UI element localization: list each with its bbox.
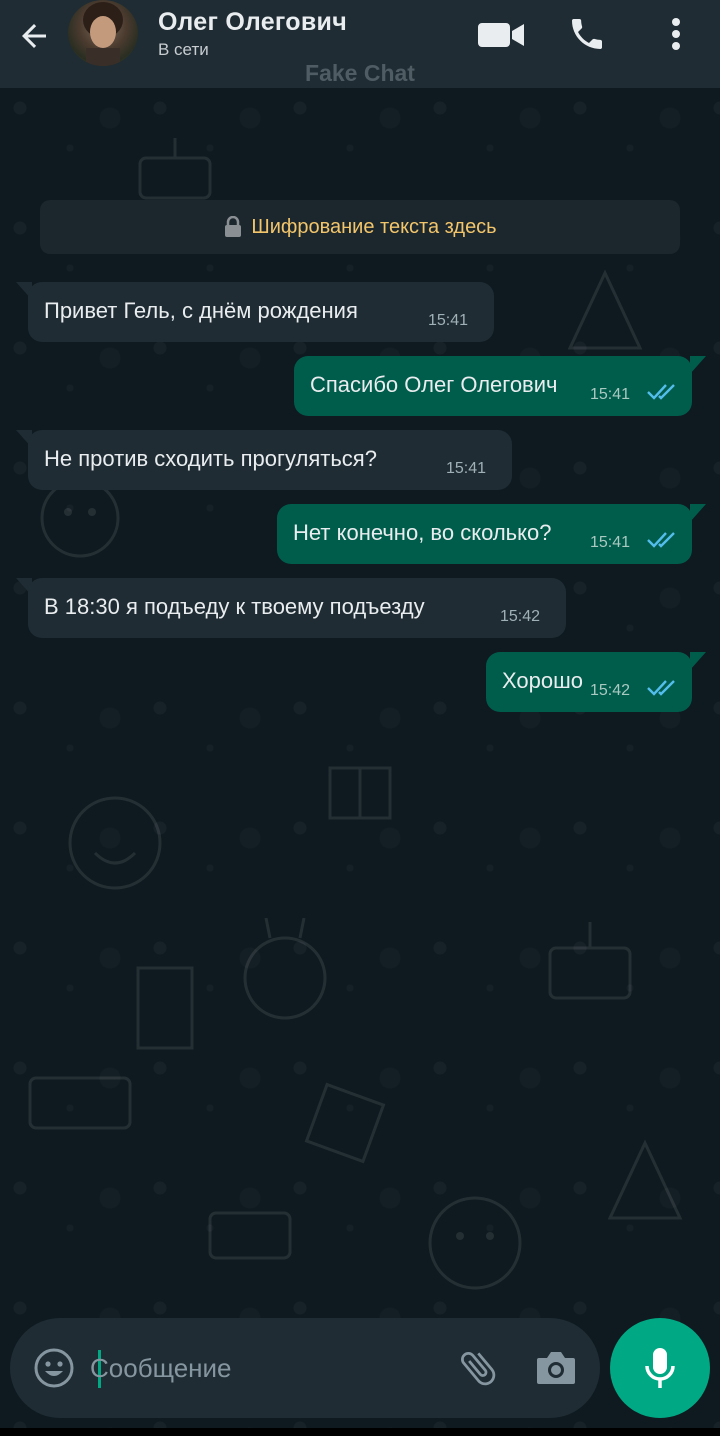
attach-button[interactable] (454, 1344, 502, 1392)
more-options-button[interactable] (656, 12, 696, 56)
avatar[interactable] (68, 0, 138, 66)
message-time: 15:41 (446, 460, 487, 477)
message-incoming[interactable]: В 18:30 я подъеду к твоему подъезду 15:4… (28, 578, 566, 638)
nav-bar-edge (0, 1428, 720, 1436)
camera-icon (537, 1352, 575, 1384)
message-text: Хорошо (502, 668, 584, 693)
message-time: 15:42 (590, 682, 631, 699)
voice-record-button[interactable] (610, 1318, 710, 1418)
bubble-tail (690, 652, 706, 670)
message-time: 15:41 (590, 534, 631, 551)
emoji-button[interactable] (32, 1346, 76, 1390)
double-check-icon (647, 384, 675, 400)
bubble-tail (690, 356, 706, 374)
contact-status: В сети (158, 40, 209, 59)
message-text: Не против сходить прогуляться? (44, 446, 377, 471)
message-text: Нет конечно, во сколько? (293, 520, 552, 545)
message-time: 15:42 (500, 608, 541, 625)
camera-button[interactable] (532, 1344, 580, 1392)
message-incoming[interactable]: Привет Гель, с днём рождения 15:41 (28, 282, 494, 342)
mic-icon (645, 1348, 675, 1388)
back-arrow-icon (22, 24, 46, 48)
voice-call-button[interactable] (564, 12, 610, 56)
lock-icon (223, 216, 243, 238)
message-input[interactable] (90, 1348, 430, 1388)
contact-name[interactable]: Олег Олегович (158, 8, 347, 37)
bubble-tail (690, 504, 706, 522)
attach-icon (461, 1352, 496, 1386)
encryption-text: Шифрование текста здесь (251, 215, 497, 238)
phone-icon (572, 19, 602, 49)
video-call-icon (478, 23, 524, 47)
message-text: В 18:30 я подъеду к твоему подъезду (44, 594, 425, 619)
message-text: Привет Гель, с днём рождения (44, 298, 358, 323)
message-outgoing[interactable]: Хорошо 15:42 (486, 652, 692, 712)
message-text: Спасибо Олег Олегович (310, 372, 558, 397)
message-outgoing[interactable]: Нет конечно, во сколько? 15:41 (277, 504, 692, 564)
message-outgoing[interactable]: Спасибо Олег Олегович 15:41 (294, 356, 692, 416)
back-button[interactable] (12, 14, 56, 58)
double-check-icon (647, 532, 675, 548)
video-call-button[interactable] (474, 12, 528, 56)
watermark: Fake Chat (305, 60, 415, 86)
encryption-notice[interactable]: Шифрование текста здесь (40, 200, 680, 254)
double-check-icon (647, 680, 675, 696)
more-vert-icon (672, 18, 680, 50)
emoji-icon (34, 1348, 74, 1388)
message-composer (10, 1318, 600, 1418)
message-time: 15:41 (428, 312, 469, 329)
message-time: 15:41 (590, 386, 631, 403)
message-incoming[interactable]: Не против сходить прогуляться? 15:41 (28, 430, 512, 490)
